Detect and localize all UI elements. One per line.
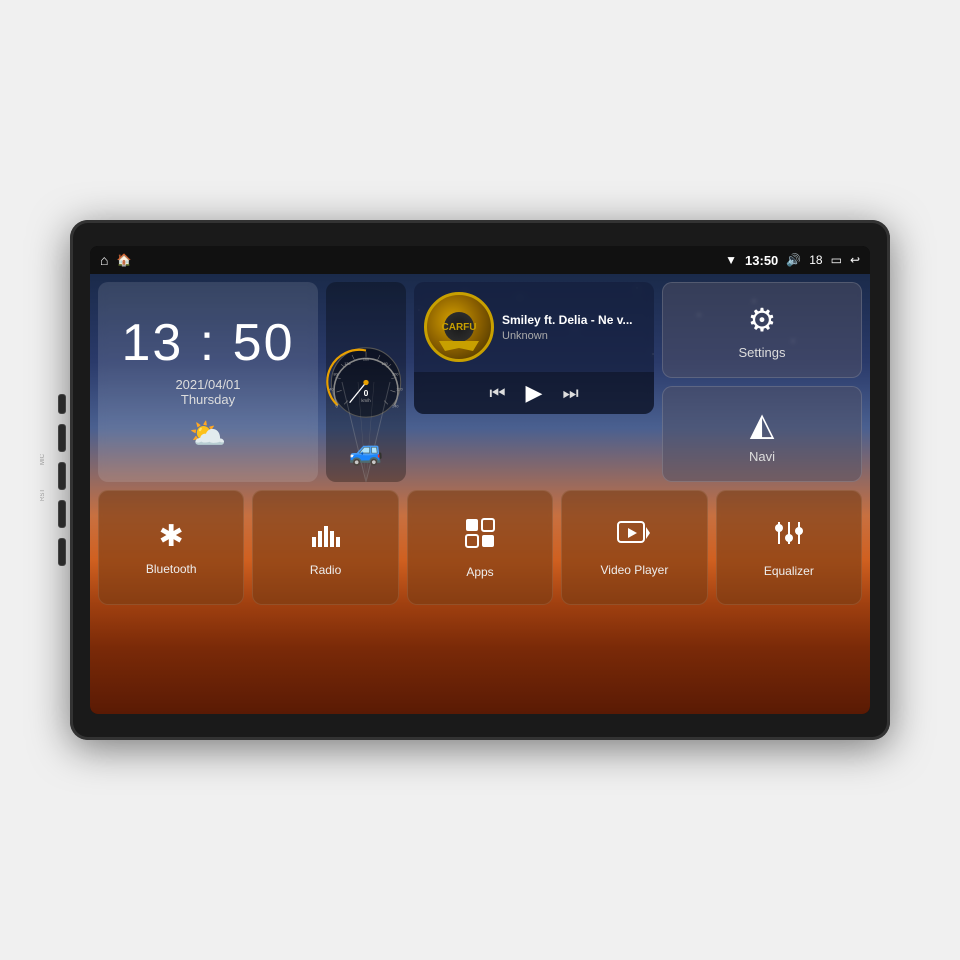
back-nav-icon[interactable]: ↩: [850, 253, 860, 267]
home-button[interactable]: [58, 424, 66, 452]
radio-icon: [310, 519, 342, 555]
navi-button[interactable]: ◭ Navi: [662, 386, 862, 482]
status-bar: ⌂ 🏠 ▼ 13:50 🔊 18 ▭ ↩: [90, 246, 870, 274]
status-right: ▼ 13:50 🔊 18 ▭ ↩: [725, 253, 860, 268]
car-head-unit: MIC RST ⌂ 🏠 ▼ 13:50 🔊 18 ▭ ↩: [70, 220, 890, 740]
status-left: ⌂ 🏠: [100, 252, 131, 268]
clock-day: Thursday: [181, 392, 235, 407]
bluetooth-icon: ✱: [159, 519, 184, 554]
home-icon[interactable]: ⌂: [100, 252, 108, 268]
equalizer-icon: [773, 518, 805, 556]
volume-value: 18: [809, 253, 822, 267]
settings-navi-col: ⚙ Settings ◭ Navi: [662, 282, 862, 482]
speedometer-widget: 0 40 80 120 160 180 200 220 240: [326, 282, 406, 482]
radio-label: Radio: [310, 563, 341, 577]
settings-icon: ⚙: [748, 301, 777, 339]
main-screen: ⌂ 🏠 ▼ 13:50 🔊 18 ▭ ↩: [90, 246, 870, 714]
weather-icon: ⛅: [189, 417, 226, 452]
bottom-row: ✱ Bluetooth: [98, 490, 862, 605]
bluetooth-button[interactable]: ✱ Bluetooth: [98, 490, 244, 605]
side-button-panel: MIC RST: [58, 394, 66, 566]
vol-down-button[interactable]: [58, 500, 66, 528]
radio-button[interactable]: Radio: [252, 490, 398, 605]
navi-label: Navi: [749, 449, 775, 464]
video-player-label: Video Player: [601, 563, 669, 577]
video-player-button[interactable]: Video Player: [561, 490, 707, 605]
music-details: Smiley ft. Delia - Ne v... Unknown: [502, 313, 644, 342]
navi-icon: ◭: [750, 405, 775, 443]
rst-label: RST: [40, 489, 46, 501]
equalizer-label: Equalizer: [764, 564, 814, 578]
status-time: 13:50: [745, 253, 778, 268]
clock-date: 2021/04/01: [175, 377, 240, 392]
top-row: 13 : 50 2021/04/01 Thursday ⛅: [98, 282, 862, 482]
music-widget[interactable]: CARFU Smiley ft. Delia - Ne v... Unknown…: [414, 282, 654, 414]
settings-label: Settings: [739, 345, 786, 360]
album-art: CARFU: [424, 292, 494, 362]
album-logo: CARFU: [444, 312, 474, 342]
car-icon: 🚙: [349, 434, 384, 467]
content-grid: 13 : 50 2021/04/01 Thursday ⛅: [90, 274, 870, 714]
wifi-icon: ▼: [725, 253, 737, 267]
clock-widget: 13 : 50 2021/04/01 Thursday ⛅: [98, 282, 318, 482]
apps-label: Apps: [466, 565, 493, 579]
main-content: 13 : 50 2021/04/01 Thursday ⛅: [90, 274, 870, 714]
music-controls: ⏮ ▶ ⏭: [414, 372, 654, 414]
apps-button[interactable]: Apps: [407, 490, 553, 605]
prev-button[interactable]: ⏮: [489, 383, 505, 404]
video-player-icon: [617, 519, 651, 555]
vol-up-button[interactable]: [58, 538, 66, 566]
power-button[interactable]: [58, 394, 66, 414]
battery-icon: ▭: [831, 253, 842, 267]
mic-label: MIC: [40, 454, 46, 465]
music-title: Smiley ft. Delia - Ne v...: [502, 313, 644, 327]
play-button[interactable]: ▶: [526, 380, 543, 406]
music-artist: Unknown: [502, 330, 644, 342]
volume-icon: 🔊: [786, 253, 801, 267]
equalizer-button[interactable]: Equalizer: [716, 490, 862, 605]
clock-time: 13 : 50: [121, 313, 294, 373]
apps-icon: [464, 517, 496, 557]
back-button[interactable]: [58, 462, 66, 490]
music-info: CARFU Smiley ft. Delia - Ne v... Unknown: [414, 282, 654, 372]
app-icon[interactable]: 🏠: [116, 253, 131, 267]
next-button[interactable]: ⏭: [562, 383, 578, 404]
album-ribbon: [439, 341, 479, 351]
bluetooth-label: Bluetooth: [146, 562, 197, 576]
settings-button[interactable]: ⚙ Settings: [662, 282, 862, 378]
